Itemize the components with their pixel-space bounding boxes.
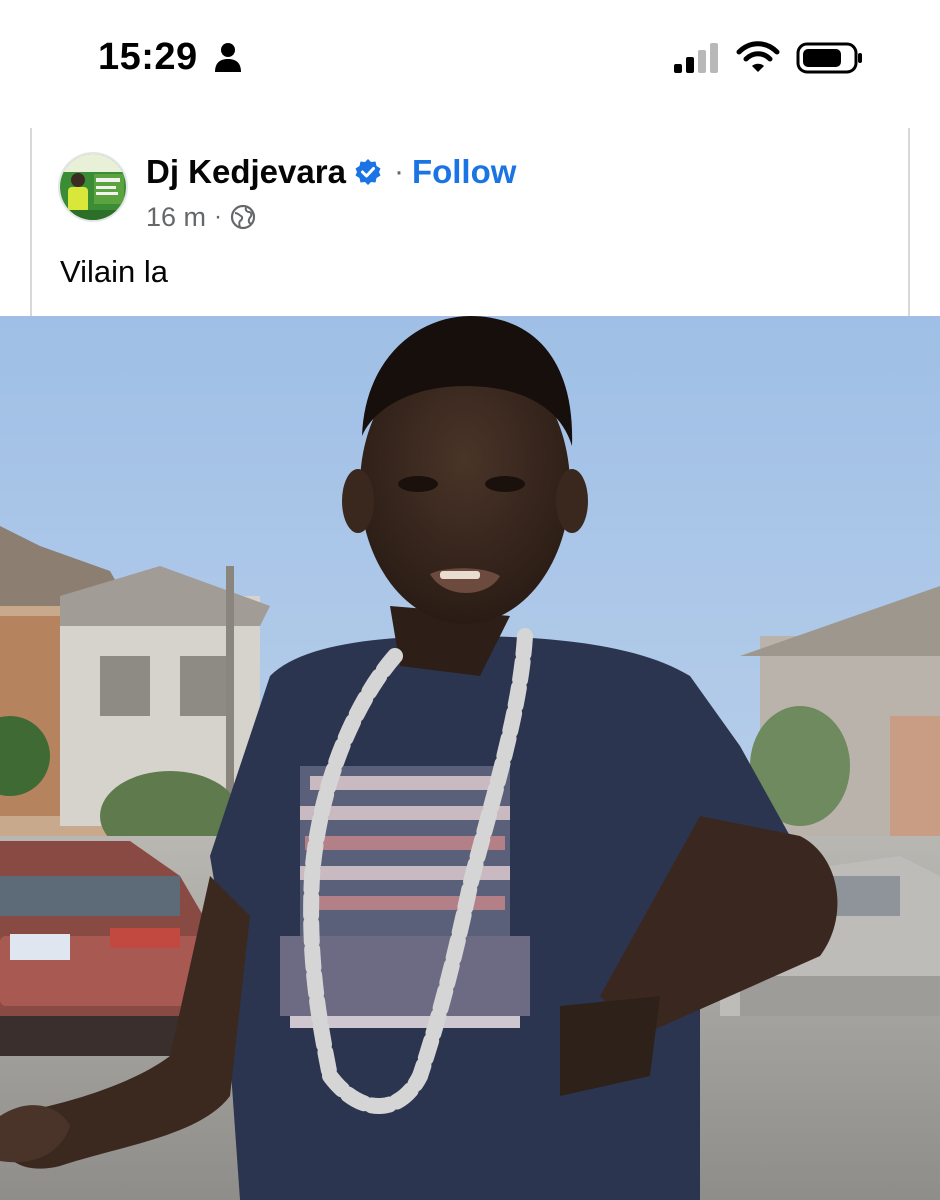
avatar[interactable] <box>58 152 128 222</box>
person-icon <box>215 43 241 72</box>
verified-badge-icon <box>355 159 381 185</box>
post-timestamp[interactable]: 16 m <box>146 202 206 233</box>
author-name[interactable]: Dj Kedjevara <box>146 153 346 191</box>
post-text: Vilain la <box>60 254 169 289</box>
status-bar: 15:29 <box>0 0 940 110</box>
wifi-icon <box>736 41 780 72</box>
separator-dot: · <box>393 155 404 188</box>
post-card: Dj Kedjevara · Follow 16 m · Vilain la <box>30 128 910 316</box>
post-photo[interactable] <box>0 316 940 1200</box>
post-meta: 16 m · <box>146 200 256 234</box>
globe-icon <box>230 204 256 230</box>
battery-icon <box>796 42 862 74</box>
author-row: Dj Kedjevara · Follow <box>146 150 516 194</box>
meta-separator-dot: · <box>214 203 223 230</box>
cellular-signal-icon <box>674 43 718 73</box>
status-time: 15:29 <box>98 36 198 78</box>
follow-button[interactable]: Follow <box>412 153 516 191</box>
